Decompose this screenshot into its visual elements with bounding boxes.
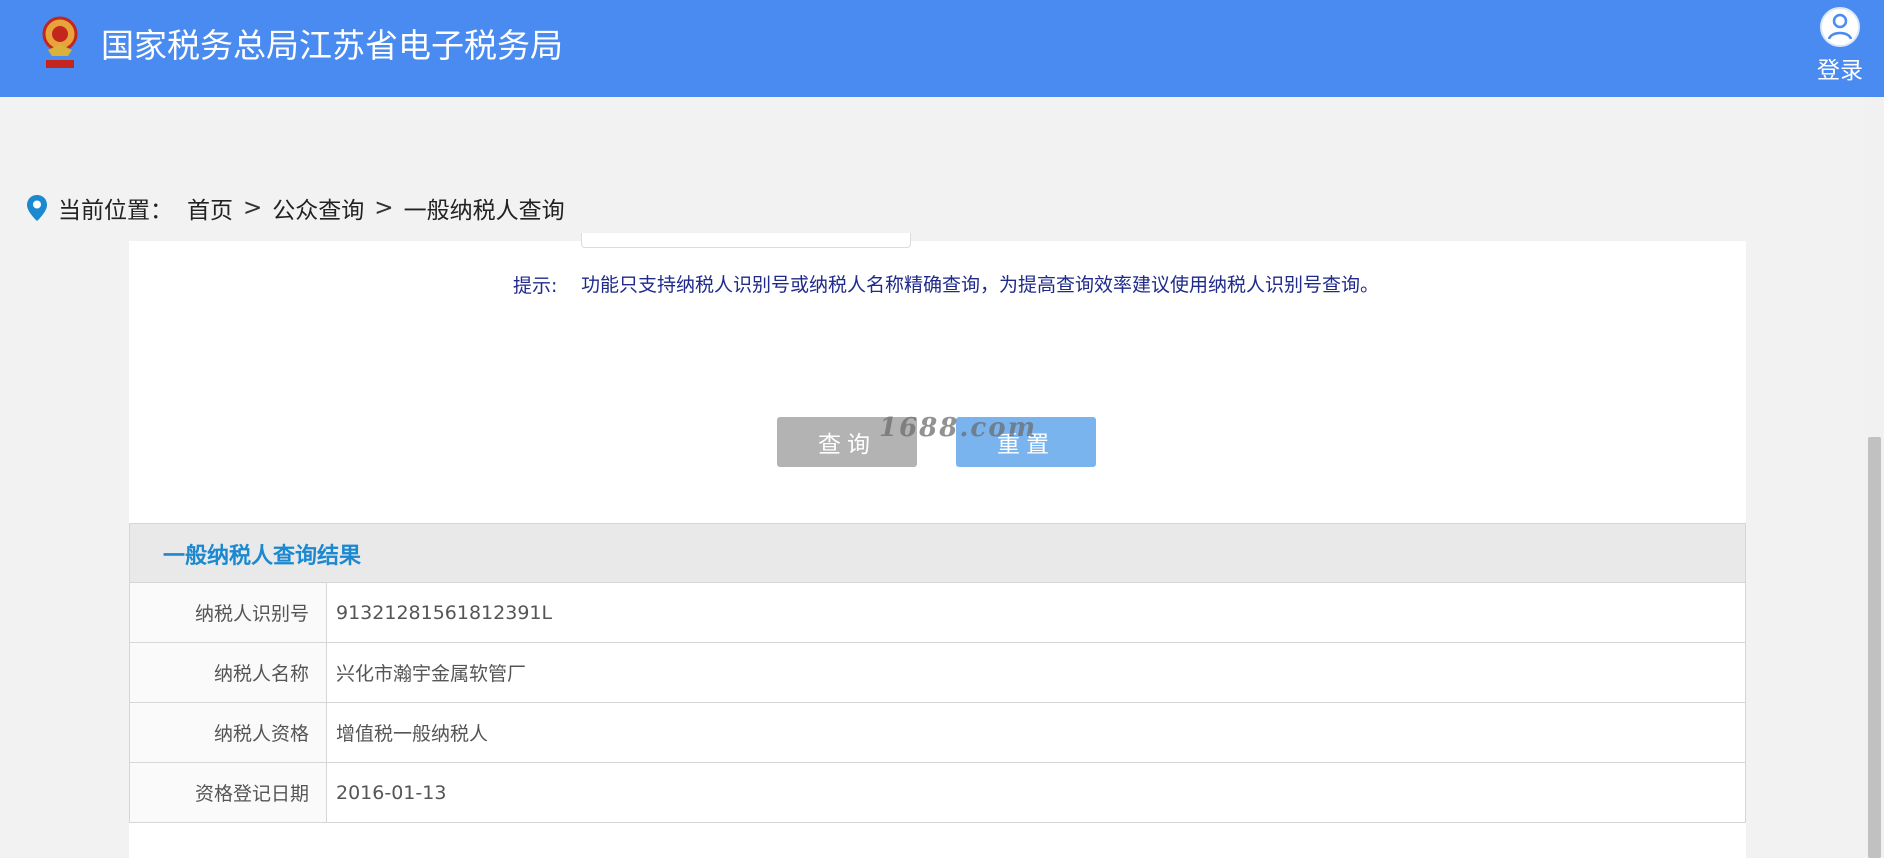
login-label[interactable]: 登录 <box>1810 56 1870 86</box>
breadcrumb: 当前位置： 首页 > 公众查询 > 一般纳税人查询 <box>26 188 565 228</box>
location-pin-icon <box>27 195 47 221</box>
site-title: 国家税务总局江苏省电子税务局 <box>101 26 563 65</box>
hint-text: 功能只支持纳税人识别号或纳税人名称精确查询，为提高查询效率建议使用纳税人识别号查… <box>581 274 1380 296</box>
result-table: 纳税人识别号 91321281561812391L 纳税人名称 兴化市瀚宇金属软… <box>129 582 1746 823</box>
breadcrumb-current: 一般纳税人查询 <box>403 198 565 224</box>
scrollbar-thumb[interactable] <box>1868 437 1881 858</box>
breadcrumb-home[interactable]: 首页 <box>187 191 233 225</box>
table-row: 纳税人识别号 91321281561812391L <box>129 582 1746 643</box>
page-scrollbar[interactable] <box>1865 97 1884 858</box>
table-row: 资格登记日期 2016-01-13 <box>129 762 1746 823</box>
login-button[interactable]: 登录 <box>1810 6 1870 86</box>
query-button[interactable]: 查询 <box>777 417 917 467</box>
breadcrumb-public-query[interactable]: 公众查询 <box>272 191 364 225</box>
search-input[interactable] <box>581 233 911 248</box>
taxpayer-qualification-value: 增值税一般纳税人 <box>326 702 1746 763</box>
tax-emblem-icon <box>42 16 78 68</box>
breadcrumb-prefix: 当前位置： <box>58 198 173 224</box>
breadcrumb-separator: > <box>374 195 394 221</box>
top-header: 国家税务总局江苏省电子税务局 登录 <box>0 0 1884 97</box>
hint-label: 提示: <box>513 275 558 297</box>
user-avatar-icon[interactable] <box>1819 6 1861 48</box>
taxpayer-qualification-label: 纳税人资格 <box>129 702 327 763</box>
table-row: 纳税人资格 增值税一般纳税人 <box>129 702 1746 763</box>
table-row: 纳税人名称 兴化市瀚宇金属软管厂 <box>129 642 1746 703</box>
breadcrumb-separator: > <box>243 195 263 221</box>
registration-date-value: 2016-01-13 <box>326 762 1746 823</box>
taxpayer-name-label: 纳税人名称 <box>129 642 327 703</box>
main-panel: 提示: 功能只支持纳税人识别号或纳税人名称精确查询，为提高查询效率建议使用纳税人… <box>129 233 1746 858</box>
registration-date-label: 资格登记日期 <box>129 762 327 823</box>
reset-button[interactable]: 重置 <box>956 417 1096 467</box>
result-header: 一般纳税人查询结果 <box>129 523 1746 583</box>
taxpayer-name-value: 兴化市瀚宇金属软管厂 <box>326 642 1746 703</box>
taxpayer-id-value: 91321281561812391L <box>326 582 1746 643</box>
taxpayer-id-label: 纳税人识别号 <box>129 582 327 643</box>
result-title: 一般纳税人查询结果 <box>163 544 362 569</box>
